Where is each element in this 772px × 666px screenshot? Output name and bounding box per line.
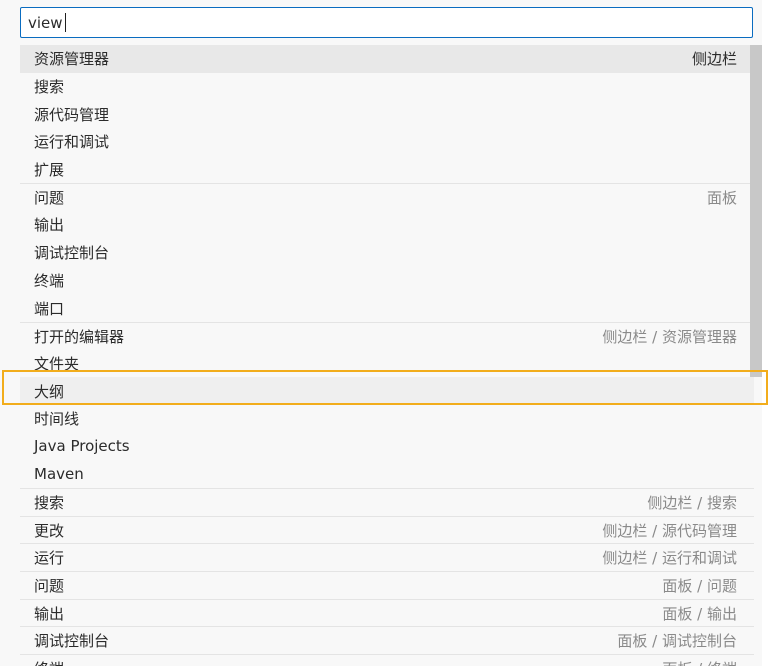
list-item-label: 问题 [34,576,65,595]
list-item[interactable]: 更改 侧边栏 / 源代码管理 [20,515,754,544]
list-item-label: 运行和调试 [34,133,110,152]
list-item[interactable]: 端口 [20,294,754,322]
list-item[interactable]: 搜索 侧边栏 / 搜索 [20,488,754,516]
list-item[interactable]: 运行 侧边栏 / 运行和调试 [20,543,754,571]
list-item-label: 输出 [34,604,65,623]
list-item-label: 更改 [34,521,65,540]
quick-open-input-box[interactable]: view [20,7,753,38]
list-item-label: 问题 [34,189,65,208]
list-item-label: 输出 [34,216,65,235]
list-item-detail: 面板 / 输出 [662,604,737,623]
list-item[interactable]: 时间线 [20,405,754,433]
list-item-label: 扩展 [34,161,65,180]
list-item-label: 调试控制台 [34,244,110,263]
list-item-detail: 侧边栏 / 运行和调试 [602,549,737,568]
list-item[interactable]: 搜索 [20,73,754,101]
list-item-detail: 面板 / 问题 [662,576,737,595]
list-item-label: 源代码管理 [34,105,110,124]
search-input[interactable]: view [28,14,63,32]
list-item-label: 资源管理器 [34,50,110,69]
list-item-detail: 侧边栏 / 源代码管理 [602,521,737,540]
list-item-label: 端口 [34,299,65,318]
list-item[interactable]: 文件夹 [20,350,754,378]
list-item[interactable]: 资源管理器 侧边栏 [20,45,754,73]
list-item-label: 终端 [34,658,64,666]
list-item-detail: 面板 / 调试控制台 [617,632,737,651]
list-item[interactable]: Maven [20,460,754,488]
list-item[interactable]: 终端 面板 / 终端 [20,654,754,666]
list-item-label: 大纲 [34,382,65,401]
list-item-label: 文件夹 [34,354,80,373]
list-item-label: 运行 [34,549,65,568]
list-item-outline[interactable]: 大纲 [20,377,754,405]
list-item[interactable]: 调试控制台 面板 / 调试控制台 [20,626,754,654]
list-item[interactable]: 打开的编辑器 侧边栏 / 资源管理器 [20,321,754,350]
list-item-label: 调试控制台 [34,632,110,651]
list-item[interactable]: Java Projects [20,433,754,461]
list-item[interactable]: 终端 [20,267,754,295]
list-item[interactable]: 输出 面板 / 输出 [20,598,754,627]
list-item-label: 搜索 [34,493,65,512]
list-item[interactable]: 调试控制台 [20,239,754,267]
quick-open-panel: view 资源管理器 侧边栏 搜索 源代码管理 运行和调试 扩展 问题 面板 输 [0,0,772,666]
list-scrollbar[interactable] [750,45,762,377]
list-item-detail: 侧边栏 / 资源管理器 [602,327,737,346]
list-item-detail: 侧边栏 / 搜索 [647,493,737,512]
view-result-list[interactable]: 资源管理器 侧边栏 搜索 源代码管理 运行和调试 扩展 问题 面板 输出 调试控 [20,45,754,666]
window-edge [762,0,772,666]
list-item-label: 搜索 [34,78,65,97]
text-caret [64,13,66,32]
list-item-label: Java Projects [34,437,130,456]
list-item-label: 终端 [34,271,65,290]
list-item-label: 打开的编辑器 [34,327,125,346]
list-item[interactable]: 问题 面板 / 问题 [20,571,754,599]
list-item-detail: 侧边栏 [691,50,737,69]
list-item[interactable]: 源代码管理 [20,100,754,128]
list-item[interactable]: 问题 面板 [20,183,754,211]
list-item[interactable]: 运行和调试 [20,128,754,156]
list-item[interactable]: 输出 [20,211,754,239]
list-item-detail: 面板 / 终端 [662,658,737,666]
list-item-label: Maven [34,465,84,484]
list-item-detail: 面板 [706,189,737,208]
list-item-label: 时间线 [34,410,80,429]
list-item[interactable]: 扩展 [20,156,754,184]
